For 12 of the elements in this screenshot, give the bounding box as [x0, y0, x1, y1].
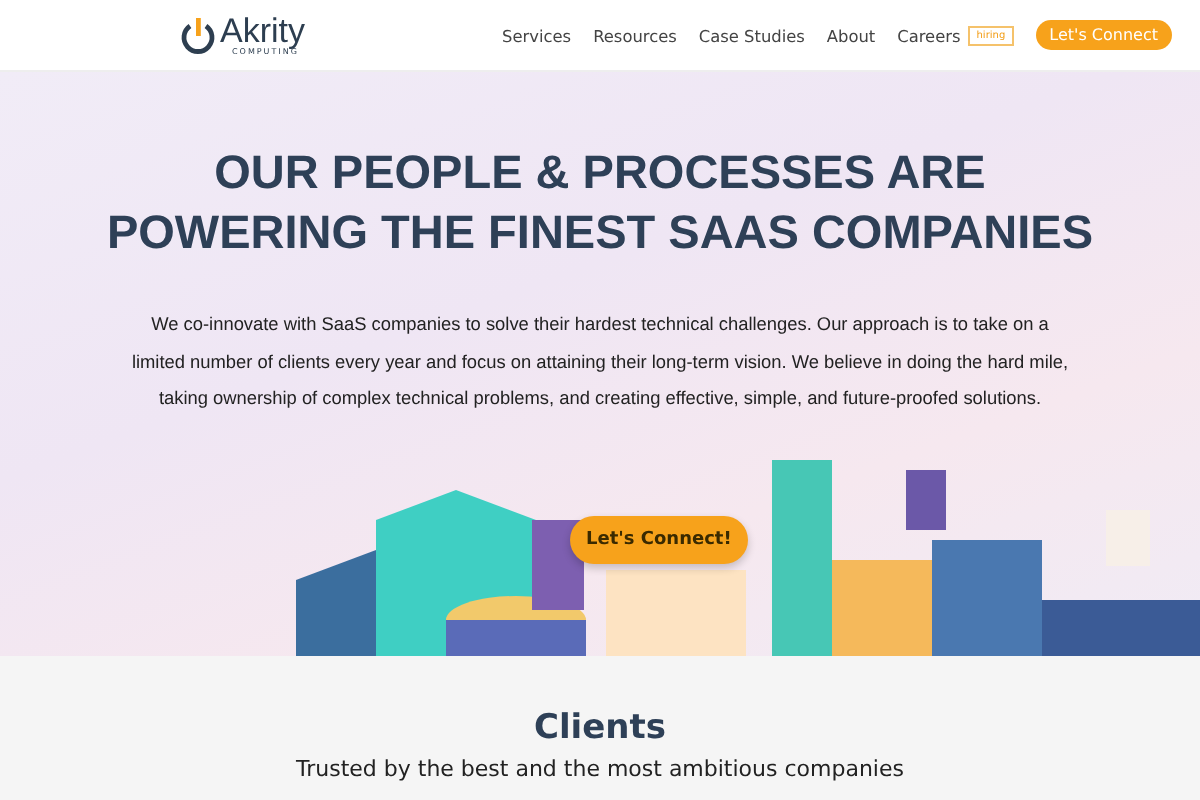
- nav-link[interactable]: Case Studies: [698, 25, 805, 45]
- section-subtitle: Trusted by the best and the most ambitious companies: [296, 756, 904, 782]
- connect-button[interactable]: Let's Connect!: [570, 516, 748, 564]
- nav-link[interactable]: Resources: [593, 25, 677, 45]
- power-logo-icon: [180, 15, 216, 55]
- nav-link[interactable]: About: [826, 25, 876, 45]
- hero-description: We co-innovate with SaaS companies to solve their hardest technical challenges. Our approach is to take on a limited number of clients every year and focus on attaining their long-term vision. We believe in doing the hard mile, taking ownership of complex technical problems, and creating effective, simple, and future-proofed solutions.: [130, 312, 1070, 412]
- nav-link[interactable]: Services: [502, 25, 572, 45]
- nav-link[interactable]: Careers: [897, 25, 961, 45]
- section-title: Clients: [533, 708, 666, 748]
- hero-headline: OUR PEOPLE & PROCESSES ARE POWERING THE FINEST SAAS COMPANIES: [106, 144, 1094, 262]
- logo-name: Akrity: [220, 14, 305, 48]
